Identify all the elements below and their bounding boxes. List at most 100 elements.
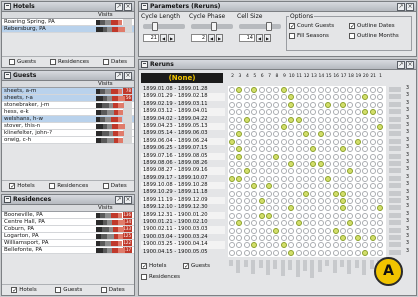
rerun-cell[interactable]	[340, 205, 346, 212]
rerun-cell[interactable]	[310, 168, 317, 175]
rerun-cell[interactable]	[310, 183, 317, 190]
rerun-cell[interactable]	[273, 168, 280, 175]
rerun-cell[interactable]	[377, 242, 383, 249]
rerun-cell[interactable]	[251, 183, 258, 190]
rerun-cell[interactable]	[332, 183, 339, 190]
rerun-cell[interactable]	[347, 146, 354, 153]
rerun-cell[interactable]	[354, 242, 361, 249]
rerun-cell[interactable]	[340, 109, 346, 116]
rerun-cell[interactable]	[258, 235, 265, 241]
detach-icon[interactable]: ↗	[115, 71, 123, 80]
checkbox-box[interactable]	[141, 274, 147, 280]
rerun-cell[interactable]	[280, 220, 287, 227]
rerun-cell[interactable]	[295, 235, 302, 241]
rerun-cell[interactable]	[377, 116, 383, 123]
rerun-cell[interactable]	[229, 109, 235, 116]
rerun-cell[interactable]	[340, 220, 346, 227]
rerun-cell[interactable]	[310, 146, 317, 153]
rerun-cell[interactable]	[325, 183, 332, 190]
date-range-row[interactable]: 1900.03.04 - 1900.03.24	[141, 234, 225, 241]
rerun-cell[interactable]	[377, 146, 383, 153]
date-range-row[interactable]: 1899.06.04 - 1899.06.24	[141, 137, 225, 146]
rerun-cell[interactable]	[288, 190, 295, 197]
rerun-cell[interactable]	[347, 168, 354, 175]
rerun-cell[interactable]	[243, 235, 250, 241]
list-item[interactable]: Roaring Spring, PA	[2, 19, 134, 26]
rerun-cell[interactable]	[340, 190, 346, 197]
date-range-row[interactable]: 1899.01.08 - 1899.01.28	[141, 86, 225, 93]
rerun-cell[interactable]	[325, 190, 332, 197]
rerun-cell[interactable]	[236, 249, 243, 256]
rerun-cell[interactable]	[266, 212, 272, 219]
rerun-cell[interactable]	[243, 116, 250, 123]
rerun-cell[interactable]	[266, 175, 272, 182]
rerun-cell[interactable]	[266, 146, 272, 153]
rerun-cell[interactable]	[236, 109, 243, 116]
rerun-cell[interactable]	[332, 190, 339, 197]
rerun-cell[interactable]	[280, 87, 287, 93]
rerun-cell[interactable]	[280, 146, 287, 153]
rerun-cell[interactable]	[258, 131, 265, 138]
rerun-cell[interactable]	[229, 249, 235, 256]
rerun-cell[interactable]	[332, 109, 339, 116]
rerun-cell[interactable]	[347, 87, 354, 93]
detach-icon[interactable]: ↗	[397, 2, 405, 11]
rerun-cell[interactable]	[332, 131, 339, 138]
residences-titlebar[interactable]: Residences ↗ ×	[2, 195, 134, 205]
rerun-cell[interactable]	[369, 190, 376, 197]
rerun-cell[interactable]	[347, 109, 354, 116]
rerun-cell[interactable]	[266, 94, 272, 101]
rerun-cell[interactable]	[266, 198, 272, 204]
rerun-cell[interactable]	[288, 94, 295, 101]
rerun-cell[interactable]	[325, 220, 332, 227]
rerun-cell[interactable]	[229, 161, 235, 167]
rerun-cell[interactable]	[280, 190, 287, 197]
rerun-cell[interactable]	[273, 131, 280, 138]
rerun-cell[interactable]	[303, 235, 309, 241]
rerun-cell[interactable]	[303, 153, 309, 160]
rerun-cell[interactable]	[317, 87, 324, 93]
rerun-cell[interactable]	[354, 101, 361, 108]
rerun-cell[interactable]	[243, 227, 250, 234]
rerun-cell[interactable]	[295, 175, 302, 182]
date-range-row[interactable]: 1899.12.10 - 1899.12.30	[141, 204, 225, 211]
cycle-length-spinner[interactable]: 21 ◀ ▶	[143, 34, 175, 42]
rerun-cell[interactable]	[295, 94, 302, 101]
rerun-cell[interactable]	[354, 109, 361, 116]
list-item[interactable]: orwig, c-h	[2, 137, 134, 144]
date-range-row[interactable]: 1899.02.19 - 1899.03.11	[141, 101, 225, 108]
rerun-cell[interactable]	[229, 116, 235, 123]
rerun-cell[interactable]	[332, 101, 339, 108]
rerun-cell[interactable]	[310, 101, 317, 108]
rerun-cell[interactable]	[251, 116, 258, 123]
rerun-cell[interactable]	[317, 235, 324, 241]
rerun-cell[interactable]	[347, 212, 354, 219]
list-item[interactable]: Coburn, PA 133	[2, 226, 134, 233]
rerun-cell[interactable]	[354, 190, 361, 197]
slider-knob[interactable]	[266, 22, 272, 31]
rerun-cell[interactable]	[258, 168, 265, 175]
rerun-cell[interactable]	[369, 227, 376, 234]
list-item[interactable]: stonebraker, j-m	[2, 102, 134, 109]
rerun-cell[interactable]	[377, 161, 383, 167]
rerun-cell[interactable]	[258, 190, 265, 197]
rerun-cell[interactable]	[340, 168, 346, 175]
rerun-cell[interactable]	[354, 205, 361, 212]
rerun-cell[interactable]	[325, 131, 332, 138]
rerun-cell[interactable]	[310, 131, 317, 138]
rerun-cell[interactable]	[288, 124, 295, 130]
rerun-cell[interactable]	[362, 116, 369, 123]
list-item[interactable]: Logarton, PA 125	[2, 233, 134, 240]
rerun-cell[interactable]	[266, 109, 272, 116]
checkbox-box[interactable]: ✓	[9, 183, 15, 190]
increment-icon[interactable]: ▶	[168, 34, 175, 42]
rerun-cell[interactable]	[288, 183, 295, 190]
rerun-cell[interactable]	[362, 249, 369, 256]
rerun-cell[interactable]	[317, 175, 324, 182]
rerun-cell[interactable]	[273, 138, 280, 145]
rerun-cell[interactable]	[317, 146, 324, 153]
rerun-cell[interactable]	[236, 124, 243, 130]
rerun-cell[interactable]	[288, 116, 295, 123]
rerun-cell[interactable]	[295, 131, 302, 138]
rerun-cell[interactable]	[354, 131, 361, 138]
